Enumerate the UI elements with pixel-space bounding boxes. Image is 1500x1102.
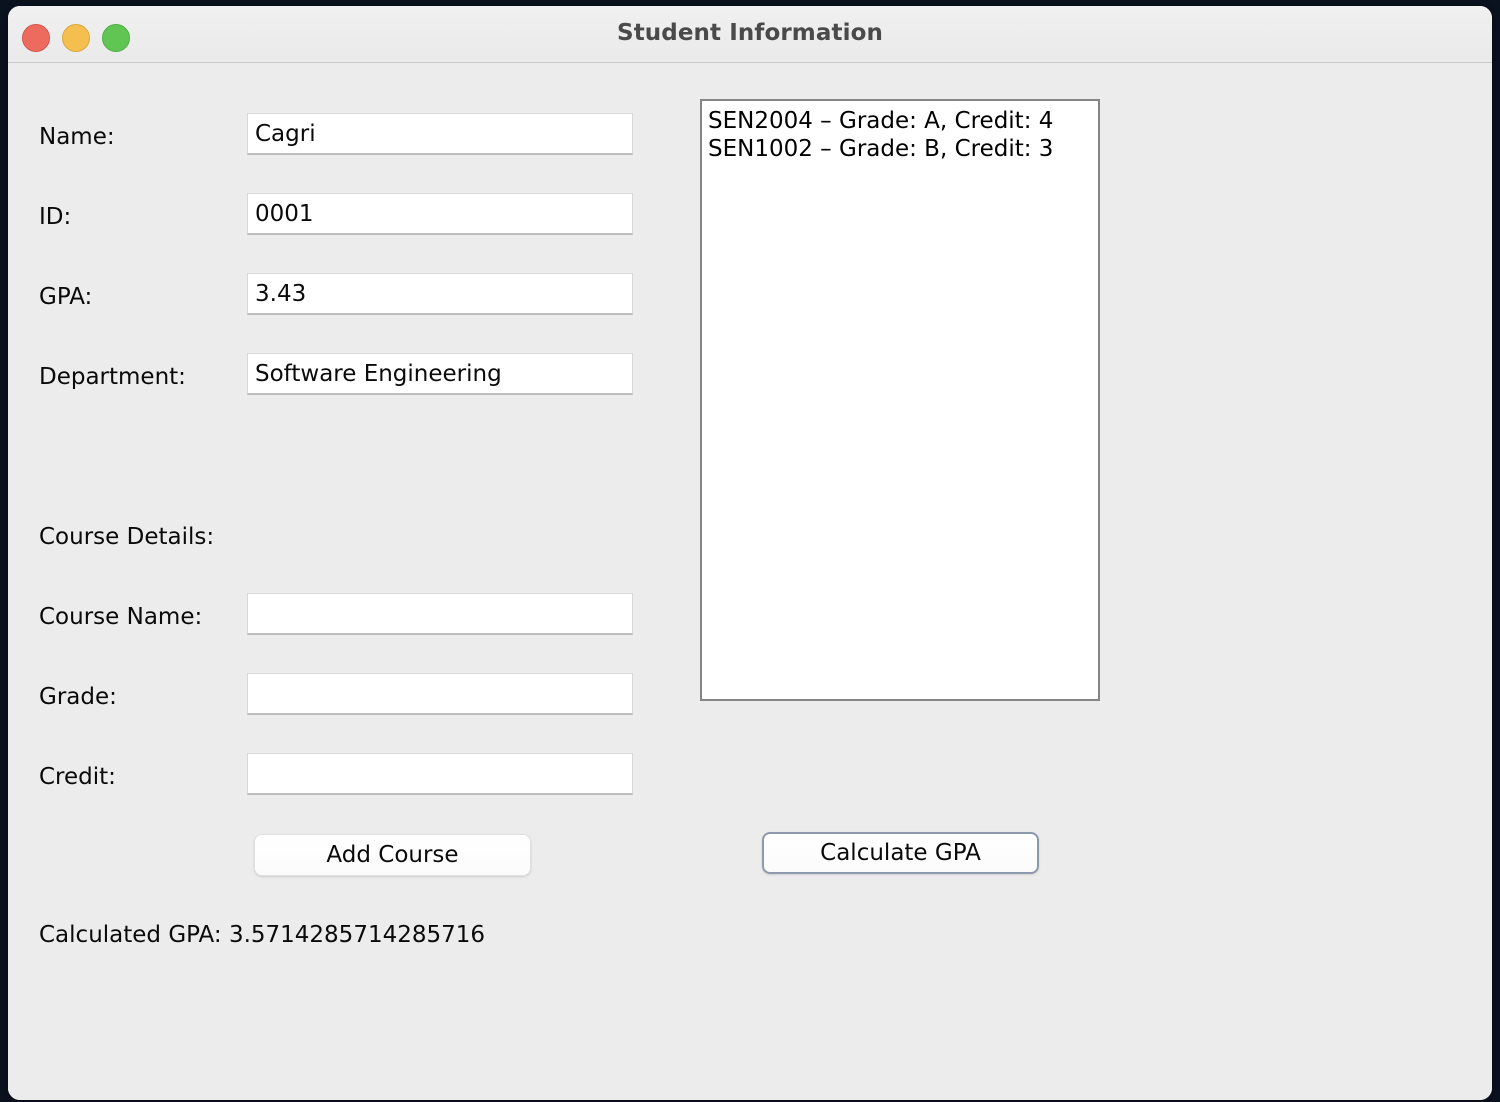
list-item[interactable]: SEN2004 – Grade: A, Credit: 4 [702, 101, 1098, 135]
calculated-gpa-result: Calculated GPA: 3.5714285714285716 [39, 922, 486, 948]
title-bar: Student Information [8, 6, 1492, 63]
add-course-button-label: Add Course [326, 842, 459, 868]
grade-input[interactable] [247, 673, 633, 715]
credit-input[interactable] [247, 753, 633, 795]
id-label: ID: [39, 204, 72, 230]
gpa-input[interactable]: 3.43 [247, 273, 633, 315]
department-input[interactable]: Software Engineering [247, 353, 633, 395]
course-name-input[interactable] [247, 593, 633, 635]
course-list-panel[interactable]: SEN2004 – Grade: A, Credit: 4 SEN1002 – … [700, 99, 1100, 701]
credit-label: Credit: [39, 764, 116, 790]
course-details-heading: Course Details: [39, 524, 215, 550]
window-title: Student Information [617, 20, 883, 46]
department-label: Department: [39, 364, 186, 390]
id-input-value: 0001 [255, 200, 314, 227]
name-input[interactable]: Cagri [247, 113, 633, 155]
course-name-label: Course Name: [39, 604, 203, 630]
gpa-label: GPA: [39, 284, 93, 310]
name-input-value: Cagri [255, 120, 316, 147]
add-course-button[interactable]: Add Course [254, 834, 531, 876]
calculate-gpa-button[interactable]: Calculate GPA [762, 832, 1039, 874]
id-input[interactable]: 0001 [247, 193, 633, 235]
name-label: Name: [39, 124, 115, 150]
department-input-value: Software Engineering [255, 360, 502, 387]
grade-label: Grade: [39, 684, 117, 710]
gpa-input-value: 3.43 [255, 280, 307, 307]
list-item[interactable]: SEN1002 – Grade: B, Credit: 3 [702, 135, 1098, 163]
application-window: Student Information Name: ID: GPA: Depar… [8, 6, 1492, 1100]
window-content: Name: ID: GPA: Department: Cagri 0001 3.… [8, 64, 1492, 1100]
calculate-gpa-button-label: Calculate GPA [820, 840, 981, 866]
